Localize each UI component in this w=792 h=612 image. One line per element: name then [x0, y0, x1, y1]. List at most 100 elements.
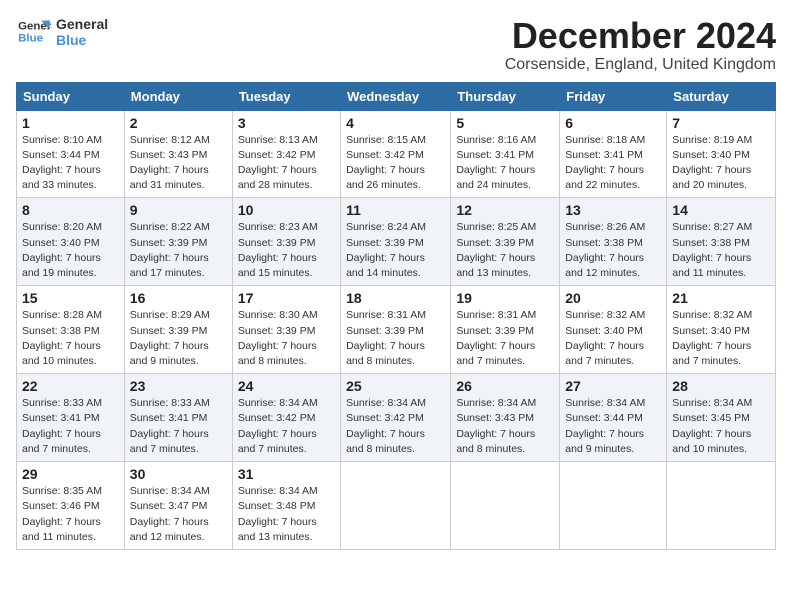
calendar-cell: 1 Sunrise: 8:10 AMSunset: 3:44 PMDaylight…	[17, 110, 125, 198]
calendar-cell	[451, 462, 560, 550]
day-info: Sunrise: 8:34 AMSunset: 3:45 PMDaylight:…	[672, 396, 770, 457]
calendar-cell	[560, 462, 667, 550]
calendar-table: SundayMondayTuesdayWednesdayThursdayFrid…	[16, 82, 776, 550]
day-info: Sunrise: 8:20 AMSunset: 3:40 PMDaylight:…	[22, 220, 119, 281]
calendar-cell: 9 Sunrise: 8:22 AMSunset: 3:39 PMDaylight…	[124, 198, 232, 286]
day-number: 19	[456, 290, 554, 306]
location: Corsenside, England, United Kingdom	[505, 56, 776, 74]
day-info: Sunrise: 8:10 AMSunset: 3:44 PMDaylight:…	[22, 133, 119, 194]
day-number: 7	[672, 115, 770, 131]
logo-blue: Blue	[56, 32, 108, 48]
calendar-cell	[341, 462, 451, 550]
day-number: 11	[346, 202, 445, 218]
header-friday: Friday	[560, 82, 667, 110]
day-info: Sunrise: 8:33 AMSunset: 3:41 PMDaylight:…	[22, 396, 119, 457]
day-info: Sunrise: 8:34 AMSunset: 3:47 PMDaylight:…	[130, 484, 227, 545]
header-wednesday: Wednesday	[341, 82, 451, 110]
day-info: Sunrise: 8:22 AMSunset: 3:39 PMDaylight:…	[130, 220, 227, 281]
day-info: Sunrise: 8:30 AMSunset: 3:39 PMDaylight:…	[238, 308, 335, 369]
calendar-week-row: 29 Sunrise: 8:35 AMSunset: 3:46 PMDayligh…	[17, 462, 776, 550]
day-info: Sunrise: 8:34 AMSunset: 3:42 PMDaylight:…	[238, 396, 335, 457]
day-number: 13	[565, 202, 661, 218]
header-tuesday: Tuesday	[232, 82, 340, 110]
calendar-cell: 23 Sunrise: 8:33 AMSunset: 3:41 PMDayligh…	[124, 374, 232, 462]
day-number: 3	[238, 115, 335, 131]
day-info: Sunrise: 8:18 AMSunset: 3:41 PMDaylight:…	[565, 133, 661, 194]
calendar-cell: 20Sunrise: 8:32 AMSunset: 3:40 PMDayligh…	[560, 286, 667, 374]
day-number: 29	[22, 466, 119, 482]
day-number: 4	[346, 115, 445, 131]
logo-icon: General Blue	[16, 17, 52, 47]
page-header: General Blue General Blue December 2024 …	[16, 16, 776, 74]
calendar-cell: 13 Sunrise: 8:26 AMSunset: 3:38 PMDayligh…	[560, 198, 667, 286]
day-number: 27	[565, 378, 661, 394]
day-info: Sunrise: 8:34 AMSunset: 3:43 PMDaylight:…	[456, 396, 554, 457]
day-info: Sunrise: 8:24 AMSunset: 3:39 PMDaylight:…	[346, 220, 445, 281]
calendar-cell: 26 Sunrise: 8:34 AMSunset: 3:43 PMDayligh…	[451, 374, 560, 462]
day-number: 15	[22, 290, 119, 306]
calendar-cell: 28 Sunrise: 8:34 AMSunset: 3:45 PMDayligh…	[667, 374, 776, 462]
calendar-cell: 4 Sunrise: 8:15 AMSunset: 3:42 PMDaylight…	[341, 110, 451, 198]
calendar-cell: 24Sunrise: 8:34 AMSunset: 3:42 PMDayligh…	[232, 374, 340, 462]
calendar-week-row: 22 Sunrise: 8:33 AMSunset: 3:41 PMDayligh…	[17, 374, 776, 462]
day-info: Sunrise: 8:34 AMSunset: 3:48 PMDaylight:…	[238, 484, 335, 545]
calendar-cell: 18 Sunrise: 8:31 AMSunset: 3:39 PMDayligh…	[341, 286, 451, 374]
calendar-cell: 5Sunrise: 8:16 AMSunset: 3:41 PMDaylight…	[451, 110, 560, 198]
svg-text:Blue: Blue	[18, 33, 43, 45]
day-info: Sunrise: 8:25 AMSunset: 3:39 PMDaylight:…	[456, 220, 554, 281]
day-info: Sunrise: 8:26 AMSunset: 3:38 PMDaylight:…	[565, 220, 661, 281]
day-info: Sunrise: 8:13 AMSunset: 3:42 PMDaylight:…	[238, 133, 335, 194]
day-info: Sunrise: 8:12 AMSunset: 3:43 PMDaylight:…	[130, 133, 227, 194]
calendar-cell: 2 Sunrise: 8:12 AMSunset: 3:43 PMDaylight…	[124, 110, 232, 198]
day-number: 23	[130, 378, 227, 394]
day-number: 2	[130, 115, 227, 131]
calendar-week-row: 15 Sunrise: 8:28 AMSunset: 3:38 PMDayligh…	[17, 286, 776, 374]
calendar-body: 1 Sunrise: 8:10 AMSunset: 3:44 PMDaylight…	[17, 110, 776, 549]
calendar-week-row: 1 Sunrise: 8:10 AMSunset: 3:44 PMDaylight…	[17, 110, 776, 198]
header-sunday: Sunday	[17, 82, 125, 110]
month-title: December 2024	[505, 16, 776, 56]
calendar-cell: 19 Sunrise: 8:31 AMSunset: 3:39 PMDayligh…	[451, 286, 560, 374]
calendar-cell: 31 Sunrise: 8:34 AMSunset: 3:48 PMDayligh…	[232, 462, 340, 550]
day-info: Sunrise: 8:23 AMSunset: 3:39 PMDaylight:…	[238, 220, 335, 281]
calendar-cell: 7 Sunrise: 8:19 AMSunset: 3:40 PMDaylight…	[667, 110, 776, 198]
day-info: Sunrise: 8:27 AMSunset: 3:38 PMDaylight:…	[672, 220, 770, 281]
day-number: 17	[238, 290, 335, 306]
day-number: 10	[238, 202, 335, 218]
day-info: Sunrise: 8:35 AMSunset: 3:46 PMDaylight:…	[22, 484, 119, 545]
calendar-cell: 6Sunrise: 8:18 AMSunset: 3:41 PMDaylight…	[560, 110, 667, 198]
day-number: 22	[22, 378, 119, 394]
day-number: 9	[130, 202, 227, 218]
calendar-cell: 16Sunrise: 8:29 AMSunset: 3:39 PMDayligh…	[124, 286, 232, 374]
calendar-cell: 14Sunrise: 8:27 AMSunset: 3:38 PMDayligh…	[667, 198, 776, 286]
day-number: 18	[346, 290, 445, 306]
calendar-cell: 12 Sunrise: 8:25 AMSunset: 3:39 PMDayligh…	[451, 198, 560, 286]
day-number: 31	[238, 466, 335, 482]
day-info: Sunrise: 8:31 AMSunset: 3:39 PMDaylight:…	[456, 308, 554, 369]
day-info: Sunrise: 8:32 AMSunset: 3:40 PMDaylight:…	[565, 308, 661, 369]
day-info: Sunrise: 8:34 AMSunset: 3:44 PMDaylight:…	[565, 396, 661, 457]
day-info: Sunrise: 8:33 AMSunset: 3:41 PMDaylight:…	[130, 396, 227, 457]
day-number: 26	[456, 378, 554, 394]
calendar-cell: 22 Sunrise: 8:33 AMSunset: 3:41 PMDayligh…	[17, 374, 125, 462]
title-block: December 2024 Corsenside, England, Unite…	[505, 16, 776, 74]
calendar-cell: 27 Sunrise: 8:34 AMSunset: 3:44 PMDayligh…	[560, 374, 667, 462]
logo-general: General	[56, 16, 108, 32]
day-number: 1	[22, 115, 119, 131]
day-number: 5	[456, 115, 554, 131]
logo: General Blue General Blue	[16, 16, 108, 48]
day-number: 30	[130, 466, 227, 482]
calendar-cell: 15 Sunrise: 8:28 AMSunset: 3:38 PMDayligh…	[17, 286, 125, 374]
calendar-cell: 21Sunrise: 8:32 AMSunset: 3:40 PMDayligh…	[667, 286, 776, 374]
day-number: 28	[672, 378, 770, 394]
calendar-cell: 11 Sunrise: 8:24 AMSunset: 3:39 PMDayligh…	[341, 198, 451, 286]
header-monday: Monday	[124, 82, 232, 110]
day-info: Sunrise: 8:31 AMSunset: 3:39 PMDaylight:…	[346, 308, 445, 369]
day-number: 16	[130, 290, 227, 306]
calendar-cell: 8Sunrise: 8:20 AMSunset: 3:40 PMDaylight…	[17, 198, 125, 286]
header-saturday: Saturday	[667, 82, 776, 110]
day-info: Sunrise: 8:28 AMSunset: 3:38 PMDaylight:…	[22, 308, 119, 369]
day-info: Sunrise: 8:15 AMSunset: 3:42 PMDaylight:…	[346, 133, 445, 194]
day-number: 12	[456, 202, 554, 218]
day-info: Sunrise: 8:19 AMSunset: 3:40 PMDaylight:…	[672, 133, 770, 194]
